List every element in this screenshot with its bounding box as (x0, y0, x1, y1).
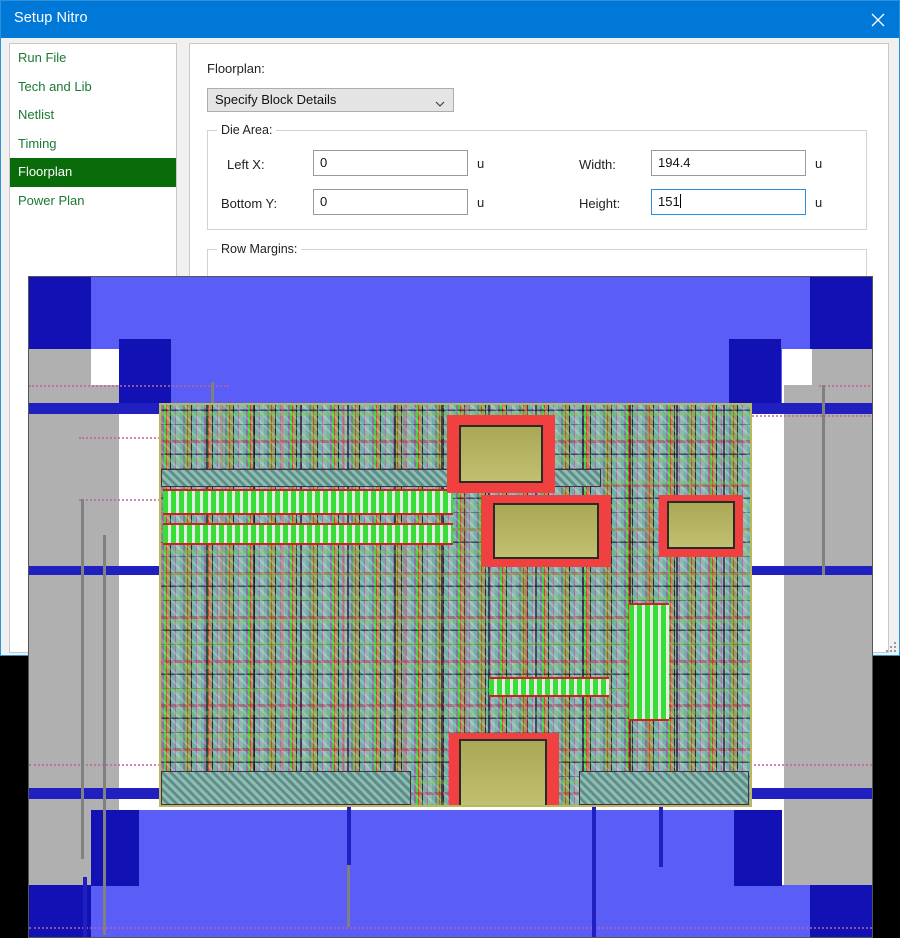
power-stripe-inner-right (784, 385, 812, 937)
metal-drop-2 (592, 789, 596, 938)
die-area-group: Die Area: (207, 130, 867, 230)
metal-drop-4 (83, 877, 87, 938)
width-unit: u (815, 156, 822, 171)
die-area-group-title: Die Area: (217, 123, 276, 137)
bottom-y-input[interactable]: 0 (313, 189, 468, 215)
height-label: Height: (579, 196, 620, 211)
sidebar-item-label: Timing (18, 136, 57, 151)
ic-floorplan-layout-preview[interactable] (28, 276, 873, 938)
core-outline (159, 403, 752, 807)
sidebar-item-netlist[interactable]: Netlist (10, 101, 176, 130)
rail-via-bottom-right (810, 885, 872, 938)
resize-grip[interactable] (882, 638, 896, 652)
sidebar-item-label: Netlist (18, 107, 54, 122)
width-input[interactable]: 194.4 (651, 150, 806, 176)
rail-via-lower-left (91, 810, 139, 886)
bottom-y-unit: u (477, 195, 484, 210)
sidebar-item-label: Tech and Lib (18, 79, 92, 94)
sidebar-item-timing[interactable]: Timing (10, 130, 176, 159)
close-icon[interactable] (855, 1, 900, 38)
row-margins-group-title: Row Margins: (217, 242, 301, 256)
floorplan-label: Floorplan: (207, 61, 265, 76)
bottom-y-label: Bottom Y: (221, 196, 277, 211)
power-rail-upper (119, 339, 782, 409)
sidebar-item-power-plan[interactable]: Power Plan (10, 187, 176, 216)
rail-via-bottom-left (29, 885, 91, 938)
left-x-input[interactable]: 0 (313, 150, 468, 176)
rail-via-top-right (810, 277, 872, 349)
sidebar-item-floorplan[interactable]: Floorplan (10, 158, 176, 187)
left-x-label: Left X: (227, 157, 265, 172)
power-stripe-right (812, 277, 872, 937)
left-x-unit: u (477, 156, 484, 171)
sidebar-item-run-file[interactable]: Run File (10, 44, 176, 73)
dialog-title: Setup Nitro (14, 10, 88, 26)
boundary-guide-top (29, 385, 229, 387)
power-rail-bottom (29, 885, 872, 938)
standard-cell-core (159, 403, 752, 807)
height-input-value: 151 (658, 194, 680, 209)
sidebar-item-label: Power Plan (18, 193, 84, 208)
floorplan-mode-value: Specify Block Details (215, 92, 336, 107)
boundary-guide-mid-r (749, 415, 873, 417)
chevron-down-icon (435, 96, 445, 106)
width-label: Width: (579, 157, 616, 172)
power-rail-lower (91, 810, 782, 886)
floorplan-mode-select[interactable]: Specify Block Details (207, 88, 454, 112)
boundary-guide-base (29, 927, 872, 929)
sidebar-item-label: Run File (18, 50, 66, 65)
screen-root: Setup Nitro Run File Tech and Lib Netlis… (0, 0, 900, 938)
boundary-guide-top-r (819, 385, 873, 387)
dialog-titlebar: Setup Nitro (1, 1, 900, 38)
signal-wire-3 (103, 535, 106, 935)
sidebar-item-tech-and-lib[interactable]: Tech and Lib (10, 73, 176, 102)
height-input[interactable]: 151 (651, 189, 806, 215)
text-caret (680, 194, 681, 208)
signal-wire-2 (81, 499, 84, 859)
rail-via-upper-left (119, 339, 171, 409)
height-unit: u (815, 195, 822, 210)
rail-via-upper-right (729, 339, 781, 409)
sidebar-item-label: Floorplan (18, 164, 72, 179)
signal-wire-4 (822, 385, 825, 575)
rail-via-lower-right (734, 810, 782, 886)
rail-via-top-left (29, 277, 91, 349)
